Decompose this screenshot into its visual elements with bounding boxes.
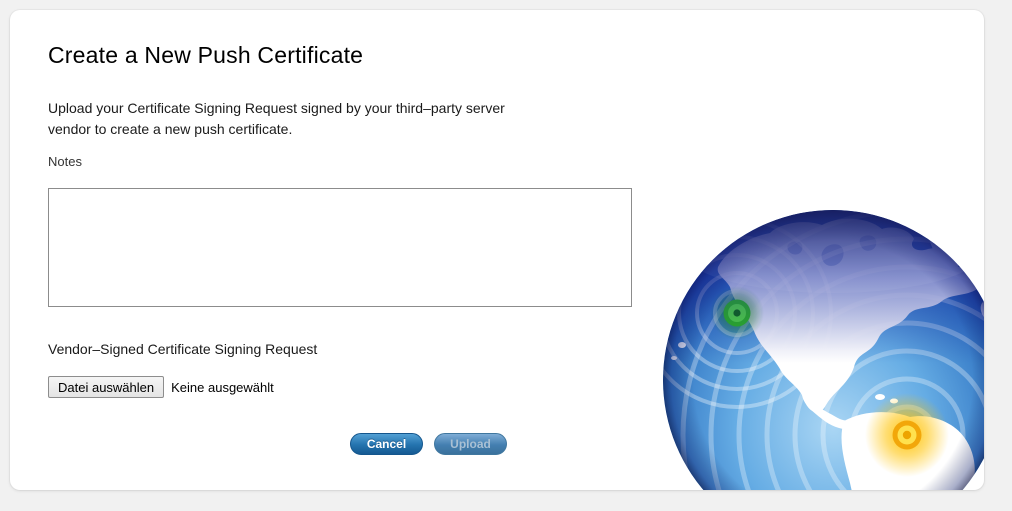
file-input-group: Datei auswählen Keine ausgewählt <box>48 376 274 398</box>
upload-button[interactable]: Upload <box>434 433 507 455</box>
page-background: { "title": "Create a New Push Certificat… <box>0 0 1012 511</box>
yellow-ripples <box>680 210 984 490</box>
description-text: Upload your Certificate Signing Request … <box>48 98 588 140</box>
globe-illustration <box>663 210 984 490</box>
yellow-beacon <box>865 393 949 477</box>
description-line-2: vendor to create a new push certificate. <box>48 121 293 137</box>
notes-label: Notes <box>48 154 82 169</box>
description-line-1: Upload your Certificate Signing Request … <box>48 100 505 116</box>
notes-textarea[interactable] <box>48 188 632 307</box>
page-title: Create a New Push Certificate <box>48 42 364 68</box>
cancel-button[interactable]: Cancel <box>350 433 423 455</box>
green-ripples <box>663 217 833 409</box>
green-beacon <box>710 286 764 340</box>
vendor-csr-label: Vendor–Signed Certificate Signing Reques… <box>48 341 318 357</box>
file-status-text: Keine ausgewählt <box>171 379 274 395</box>
continents <box>671 218 984 490</box>
choose-file-button[interactable]: Datei auswählen <box>48 376 165 398</box>
create-push-certificate-panel: Create a New Push Certificate Upload you… <box>10 10 984 490</box>
arctic-waterways <box>787 235 877 266</box>
